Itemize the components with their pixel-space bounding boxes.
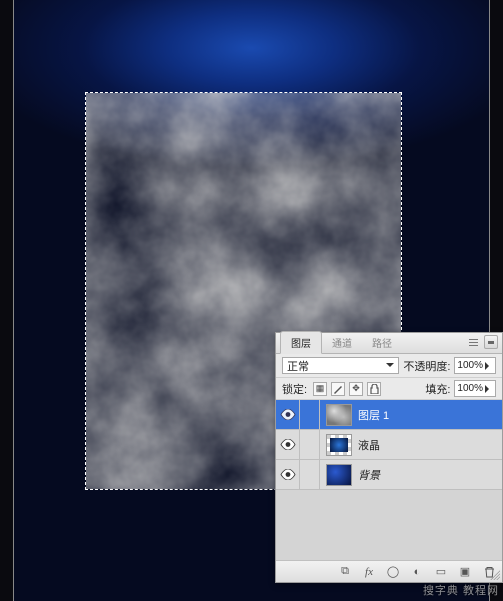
new-layer-icon[interactable]: ▣: [458, 565, 472, 579]
layer-thumbnail[interactable]: [326, 434, 352, 456]
lock-fill-row: 锁定: ▦ ✥ 填充: 100%: [276, 378, 502, 400]
tab-layers[interactable]: 图层: [280, 331, 322, 354]
lock-all-icon[interactable]: [367, 382, 381, 396]
blend-mode-value: 正常: [287, 358, 309, 374]
blend-opacity-row: 正常 不透明度: 100%: [276, 354, 502, 378]
layers-empty-area: [276, 490, 502, 560]
slider-arrow-icon: [485, 385, 493, 393]
panel-tabs: 图层 通道 路径: [276, 333, 502, 354]
layer-name[interactable]: 图层 1: [358, 407, 502, 423]
opacity-input[interactable]: 100%: [454, 357, 496, 374]
layer-row[interactable]: 液晶: [276, 430, 502, 460]
visibility-toggle[interactable]: [276, 460, 300, 489]
fill-label: 填充:: [425, 381, 450, 397]
lock-transparent-icon[interactable]: ▦: [313, 382, 327, 396]
lock-pixels-icon[interactable]: [331, 382, 345, 396]
blend-mode-select[interactable]: 正常: [282, 357, 399, 374]
chevron-down-icon: [386, 363, 394, 371]
layers-panel: 图层 通道 路径 正常 不透明度: 100% 锁定: ▦ ✥ 填充:: [275, 332, 503, 583]
panel-collapse-button[interactable]: [484, 335, 498, 349]
lock-label: 锁定:: [282, 381, 307, 397]
tab-paths[interactable]: 路径: [362, 332, 402, 353]
lock-icons: ▦ ✥: [313, 382, 381, 396]
layer-name[interactable]: 背景: [358, 467, 502, 483]
visibility-toggle[interactable]: [276, 430, 300, 459]
opacity-value: 100%: [457, 360, 483, 371]
opacity-label: 不透明度:: [403, 358, 450, 374]
group-icon[interactable]: ▭: [434, 565, 448, 579]
adjustment-icon[interactable]: ◐: [410, 565, 424, 579]
link-layers-icon[interactable]: ⧉: [338, 565, 352, 579]
link-cell[interactable]: [300, 430, 320, 459]
link-cell[interactable]: [300, 400, 320, 429]
fill-input[interactable]: 100%: [454, 380, 496, 397]
visibility-toggle[interactable]: [276, 400, 300, 429]
layer-name[interactable]: 液晶: [358, 437, 502, 453]
slider-arrow-icon: [485, 362, 493, 370]
fx-icon[interactable]: fx: [362, 565, 376, 579]
fill-value: 100%: [457, 383, 483, 394]
panel-menu-icon[interactable]: [466, 335, 480, 349]
layer-row[interactable]: 背景: [276, 460, 502, 490]
resize-grip-icon[interactable]: [490, 570, 500, 580]
mask-icon[interactable]: ◯: [386, 565, 400, 579]
tab-channels[interactable]: 通道: [322, 332, 362, 353]
lock-position-icon[interactable]: ✥: [349, 382, 363, 396]
layer-row[interactable]: 图层 1: [276, 400, 502, 430]
link-cell[interactable]: [300, 460, 320, 489]
layers-list: 图层 1 液晶 背景: [276, 400, 502, 560]
panel-footer: ⧉ fx ◯ ◐ ▭ ▣: [276, 560, 502, 582]
layer-thumbnail[interactable]: [326, 464, 352, 486]
layer-thumbnail[interactable]: [326, 404, 352, 426]
